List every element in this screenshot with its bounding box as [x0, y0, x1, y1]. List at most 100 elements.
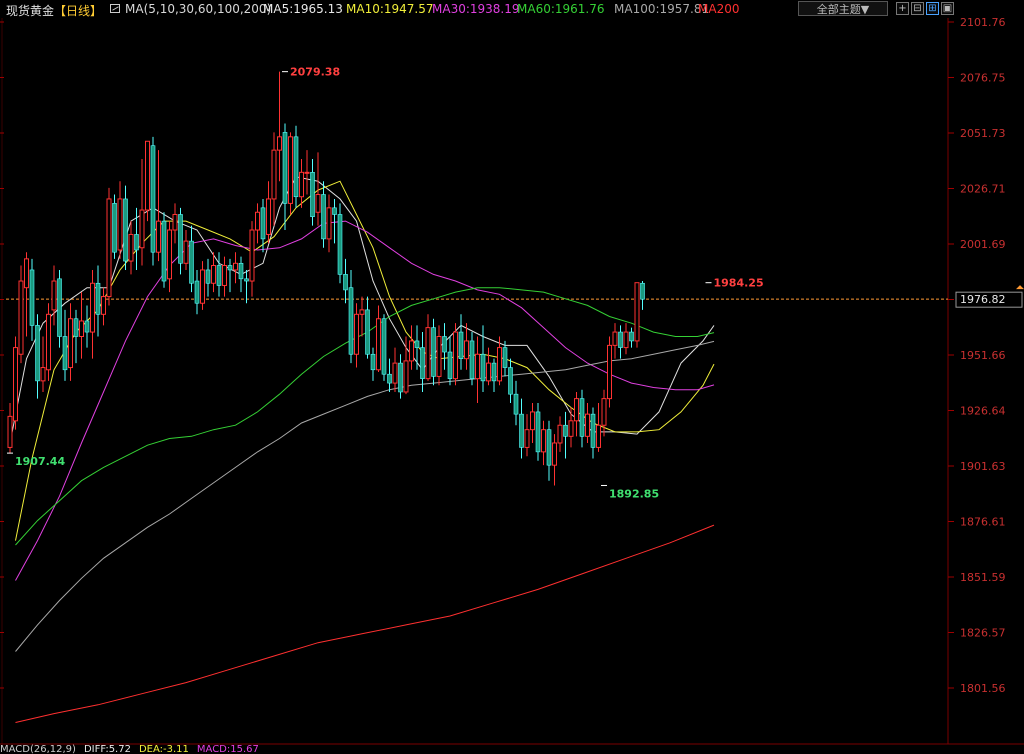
macd-value: DEA:-3.11	[138, 744, 189, 754]
y-tick-label: 1951.66	[960, 349, 1006, 362]
candle-body	[612, 331, 618, 346]
candle-body	[161, 220, 167, 282]
candle-body	[447, 351, 453, 379]
candle-body	[502, 347, 508, 368]
candle-body	[271, 149, 277, 200]
candle-body	[299, 171, 304, 198]
extreme-label: 2079.38	[290, 66, 340, 79]
candle-body	[381, 318, 387, 375]
candle-body	[260, 207, 266, 240]
candle-body	[73, 318, 79, 337]
candle-body	[123, 198, 128, 262]
y-tick-label: 1876.61	[960, 516, 1006, 529]
y-tick-label: 2076.75	[960, 71, 1006, 84]
candle-body	[205, 269, 211, 284]
candle-body	[200, 269, 205, 304]
candle-body	[403, 360, 409, 393]
candle-body	[486, 362, 491, 382]
candle-body	[590, 413, 596, 448]
candle-body	[464, 340, 469, 360]
candle-body	[546, 429, 552, 466]
macd-value: MACD:15.67	[196, 744, 259, 754]
candle-body	[172, 213, 178, 231]
candle-body	[238, 262, 244, 280]
candle-body	[178, 214, 183, 264]
candle-body	[57, 278, 62, 337]
candle-body	[585, 413, 590, 437]
candle-body	[128, 233, 134, 262]
y-tick-label: 2101.76	[960, 16, 1006, 29]
candle-body	[249, 229, 255, 282]
candle-body	[62, 336, 68, 371]
candle-body	[117, 198, 123, 251]
candle-body	[480, 353, 486, 382]
candle-body	[145, 140, 150, 211]
candle-body	[618, 331, 623, 348]
candle-body	[409, 340, 414, 362]
candle-body	[348, 287, 354, 355]
candle-body	[634, 282, 640, 342]
candle-body	[315, 194, 321, 213]
candle-body	[255, 211, 260, 231]
candle-body	[453, 331, 458, 380]
macd-value: DIFF:5.72	[83, 744, 131, 754]
candle-body	[596, 424, 601, 448]
macd-value: MACD(26,12,9)	[0, 744, 76, 754]
candlestick-chart[interactable]: 2101.76 2076.75 2051.73 2026.71 2001.69 1976.…	[0, 0, 1024, 752]
extreme-label: 1907.44	[15, 455, 65, 468]
candle-body	[216, 265, 222, 286]
candle-body	[414, 340, 420, 348]
candle-body	[90, 282, 95, 333]
candle-body	[194, 280, 200, 304]
candle-body	[530, 411, 535, 431]
candle-body	[332, 207, 337, 215]
candle-body	[167, 229, 172, 280]
ma-line-ma60	[15, 287, 715, 546]
extreme-label: 1984.25	[714, 277, 764, 290]
candle-body	[475, 353, 480, 380]
candle-body	[420, 347, 425, 379]
candle-body	[601, 398, 607, 426]
candle-body	[183, 240, 189, 264]
candle-body	[552, 442, 557, 466]
candle-body	[156, 220, 161, 253]
candle-body	[84, 320, 90, 333]
candle-body	[7, 415, 13, 448]
candle-body	[101, 296, 106, 315]
candle-body	[35, 325, 40, 382]
candle-body	[541, 429, 546, 453]
candle-body	[134, 234, 139, 251]
y-tick-label: 1926.64	[960, 405, 1006, 418]
candle-body	[40, 367, 46, 382]
candle-body	[387, 373, 392, 384]
candle-body	[79, 320, 84, 337]
candle-body	[189, 240, 194, 284]
candle-body	[376, 318, 381, 371]
candle-body	[326, 207, 332, 240]
candle-body	[508, 367, 513, 395]
candle-body	[623, 331, 629, 349]
candle-body	[95, 282, 101, 315]
candle-body	[227, 265, 233, 271]
candle-body	[211, 265, 216, 284]
y-tick-label: 2026.71	[960, 183, 1006, 196]
candle-body	[222, 265, 227, 286]
y-tick-label: 1801.56	[960, 682, 1006, 695]
y-tick-label: 1901.63	[960, 460, 1006, 473]
candle-body	[354, 313, 359, 355]
candle-body	[139, 209, 145, 249]
price-marker-icon	[1016, 285, 1024, 290]
candle-body	[398, 362, 403, 393]
candle-body	[310, 172, 315, 217]
candle-body	[442, 336, 447, 353]
candle-body	[359, 309, 365, 315]
y-tick-label: 2001.69	[960, 238, 1006, 251]
candle-body	[370, 353, 376, 371]
candle-body	[24, 258, 29, 289]
candle-body	[557, 424, 563, 444]
current-price-label: 1976.82	[960, 293, 1006, 306]
candle-body	[607, 344, 612, 400]
candle-body	[640, 282, 645, 300]
candle-body	[293, 136, 299, 198]
candle-body	[519, 413, 524, 448]
